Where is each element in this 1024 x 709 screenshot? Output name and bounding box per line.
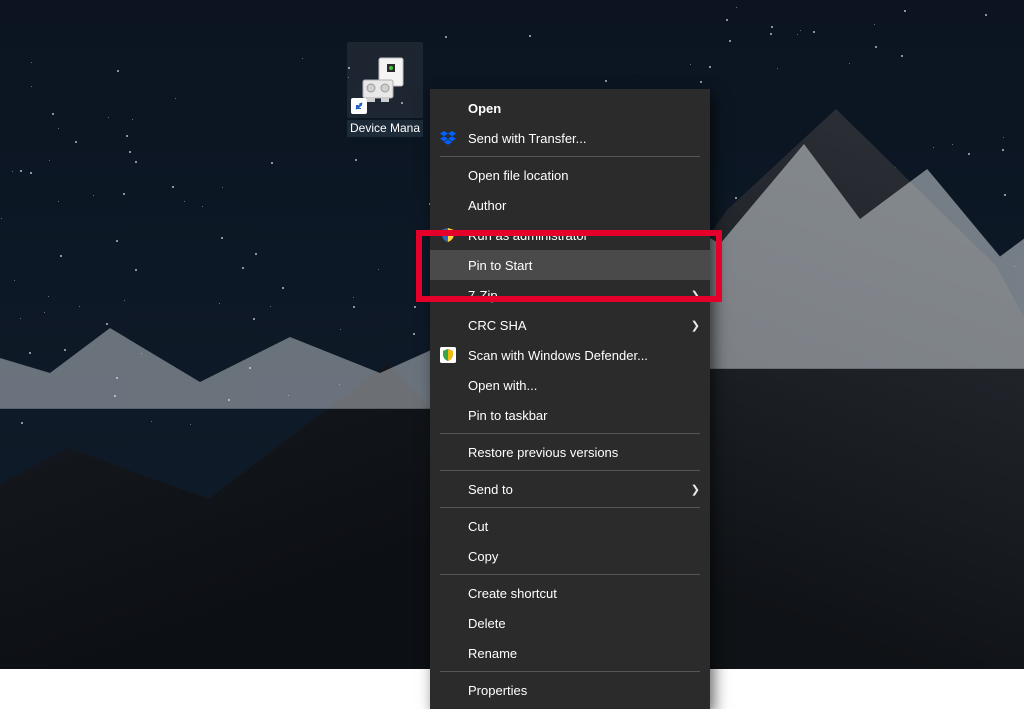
context-menu-item-label: Author bbox=[468, 198, 506, 213]
context-menu-item-copy[interactable]: Copy bbox=[430, 541, 710, 571]
context-menu-item-open[interactable]: Open bbox=[430, 93, 710, 123]
device-manager-icon bbox=[347, 42, 423, 118]
context-menu-separator bbox=[440, 574, 700, 575]
context-menu-item-label: Create shortcut bbox=[468, 586, 557, 601]
chevron-right-icon: ❯ bbox=[691, 289, 700, 302]
context-menu-item-label: Open with... bbox=[468, 378, 537, 393]
context-menu-item-properties[interactable]: Properties bbox=[430, 675, 710, 705]
context-menu-item-label: Cut bbox=[468, 519, 488, 534]
context-menu-item-label: Properties bbox=[468, 683, 527, 698]
context-menu-item-label: Send with Transfer... bbox=[468, 131, 587, 146]
context-menu-item-label: Copy bbox=[468, 549, 498, 564]
context-menu-separator bbox=[440, 507, 700, 508]
context-menu-item-open-file-location[interactable]: Open file location bbox=[430, 160, 710, 190]
shortcut-overlay-icon bbox=[351, 98, 367, 114]
chevron-right-icon: ❯ bbox=[691, 483, 700, 496]
context-menu-item-create-shortcut[interactable]: Create shortcut bbox=[430, 578, 710, 608]
context-menu-separator bbox=[440, 470, 700, 471]
device-manager-shortcut[interactable]: Device Mana bbox=[342, 42, 428, 140]
context-menu-item-label: Run as administrator bbox=[468, 228, 588, 243]
context-menu-separator bbox=[440, 156, 700, 157]
shield-icon bbox=[440, 227, 456, 243]
context-menu-item-pin-to-taskbar[interactable]: Pin to taskbar bbox=[430, 400, 710, 430]
context-menu-item-restore-previous-versions[interactable]: Restore previous versions bbox=[430, 437, 710, 467]
context-menu-item-label: Open file location bbox=[468, 168, 568, 183]
chevron-right-icon: ❯ bbox=[691, 319, 700, 332]
context-menu-item-author[interactable]: Author bbox=[430, 190, 710, 220]
context-menu-item-label: Open bbox=[468, 101, 501, 116]
context-menu-item-send-to[interactable]: Send to ❯ bbox=[430, 474, 710, 504]
context-menu-separator bbox=[440, 433, 700, 434]
context-menu-item-label: Delete bbox=[468, 616, 506, 631]
context-menu-item-label: Pin to Start bbox=[468, 258, 532, 273]
context-menu-item-run-as-administrator[interactable]: Run as administrator bbox=[430, 220, 710, 250]
context-menu-item-label: Pin to taskbar bbox=[468, 408, 548, 423]
context-menu-item-label: Send to bbox=[468, 482, 513, 497]
context-menu-item-open-with[interactable]: Open with... bbox=[430, 370, 710, 400]
context-menu-item-pin-to-start[interactable]: Pin to Start bbox=[430, 250, 710, 280]
context-menu: Open Send with Transfer... Open file locat… bbox=[430, 89, 710, 709]
context-menu-item-crc-sha[interactable]: CRC SHA ❯ bbox=[430, 310, 710, 340]
context-menu-item-rename[interactable]: Rename bbox=[430, 638, 710, 668]
context-menu-item-send-with-transfer[interactable]: Send with Transfer... bbox=[430, 123, 710, 153]
context-menu-separator bbox=[440, 671, 700, 672]
context-menu-item-label: Scan with Windows Defender... bbox=[468, 348, 648, 363]
defender-icon bbox=[440, 347, 456, 363]
context-menu-item-label: CRC SHA bbox=[468, 318, 527, 333]
dropbox-icon bbox=[440, 130, 456, 146]
context-menu-item-label: Restore previous versions bbox=[468, 445, 618, 460]
context-menu-item-scan-with-windows-defender[interactable]: Scan with Windows Defender... bbox=[430, 340, 710, 370]
context-menu-item-7-zip[interactable]: 7-Zip ❯ bbox=[430, 280, 710, 310]
context-menu-item-label: Rename bbox=[468, 646, 517, 661]
context-menu-item-delete[interactable]: Delete bbox=[430, 608, 710, 638]
context-menu-item-cut[interactable]: Cut bbox=[430, 511, 710, 541]
context-menu-item-label: 7-Zip bbox=[468, 288, 498, 303]
desktop-icon-label: Device Mana bbox=[347, 120, 423, 137]
